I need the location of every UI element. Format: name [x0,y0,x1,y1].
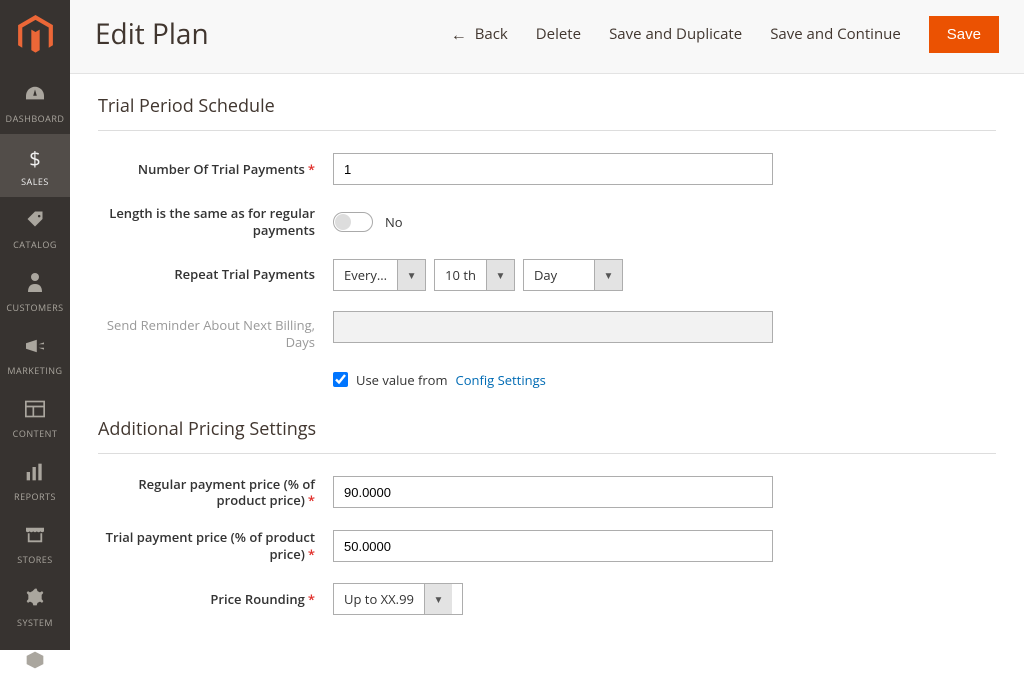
trial-section-title: Trial Period Schedule [98,94,996,118]
trial-price-label: Trial payment price (% of product price)… [98,529,333,563]
gear-icon [25,586,45,613]
save-duplicate-button[interactable]: Save and Duplicate [609,24,742,44]
sidebar-item-customers[interactable]: CUSTOMERS [0,260,70,323]
chart-icon [25,460,45,487]
toggle-value: No [385,213,403,231]
dollar-icon: $ [29,145,40,172]
reminder-label: Send Reminder About Next Billing, Days [98,311,333,351]
repeat-ordinal-select[interactable]: 10 th ▼ [434,259,515,291]
reminder-input [333,311,773,343]
chevron-down-icon: ▼ [397,260,425,290]
chevron-down-icon: ▼ [424,584,452,614]
sidebar-label: STORES [17,553,52,566]
megaphone-icon [24,334,46,361]
use-value-text: Use value from [356,371,448,389]
package-icon [25,649,45,676]
sidebar-item-stores[interactable]: STORES [0,512,70,575]
arrow-left-icon: ← [451,23,467,45]
price-rounding-select[interactable]: Up to XX.99 ▼ [333,583,463,615]
use-config-checkbox[interactable] [333,372,348,387]
delete-button[interactable]: Delete [536,24,581,44]
sidebar-label: CONTENT [13,427,58,440]
sidebar-item-content[interactable]: CONTENT [0,386,70,449]
page-header: Edit Plan ← Back Delete Save and Duplica… [70,0,1024,74]
magento-logo[interactable] [15,15,55,55]
admin-sidebar: DASHBOARD $ SALES CATALOG CUSTOMERS MARK… [0,0,70,650]
length-same-toggle[interactable] [333,212,373,232]
chevron-down-icon: ▼ [486,260,514,290]
num-trial-payments-input[interactable] [333,153,773,185]
tag-icon [25,208,45,235]
save-button[interactable]: Save [929,16,999,53]
sidebar-item-marketing[interactable]: MARKETING [0,323,70,386]
sidebar-label: REPORTS [14,490,56,503]
regular-price-label: Regular payment price (% of product pric… [98,476,333,510]
repeat-every-select[interactable]: Every... ▼ [333,259,426,291]
price-rounding-label: Price Rounding* [98,591,333,608]
sidebar-label: SALES [21,175,49,188]
repeat-unit-select[interactable]: Day ▼ [523,259,623,291]
trial-price-input[interactable] [333,530,773,562]
num-trial-payments-label: Number Of Trial Payments* [98,161,333,178]
sidebar-label: CUSTOMERS [6,301,63,314]
back-button[interactable]: ← Back [451,23,508,45]
sidebar-item-sales[interactable]: $ SALES [0,134,70,197]
chevron-down-icon: ▼ [594,260,622,290]
pricing-section-title: Additional Pricing Settings [98,417,996,441]
gauge-icon [24,82,46,109]
sidebar-item-catalog[interactable]: CATALOG [0,197,70,260]
sidebar-item-reports[interactable]: REPORTS [0,449,70,512]
config-settings-link[interactable]: Config Settings [456,371,546,389]
regular-price-input[interactable] [333,476,773,508]
sidebar-label: CATALOG [13,238,57,251]
form-content: Trial Period Schedule Number Of Trial Pa… [70,74,1024,650]
page-title: Edit Plan [95,15,209,53]
sidebar-label: SYSTEM [17,616,53,629]
length-same-label: Length is the same as for regular paymen… [98,205,333,239]
store-icon [24,523,46,550]
person-icon [27,271,43,298]
repeat-trial-label: Repeat Trial Payments [98,266,333,283]
header-actions: ← Back Delete Save and Duplicate Save an… [451,16,999,53]
sidebar-label: DASHBOARD [6,112,65,125]
sidebar-item-extensions[interactable] [0,638,70,688]
save-continue-button[interactable]: Save and Continue [770,24,901,44]
sidebar-item-system[interactable]: SYSTEM [0,575,70,638]
sidebar-label: MARKETING [7,364,62,377]
sidebar-item-dashboard[interactable]: DASHBOARD [0,71,70,134]
layout-icon [25,397,45,424]
